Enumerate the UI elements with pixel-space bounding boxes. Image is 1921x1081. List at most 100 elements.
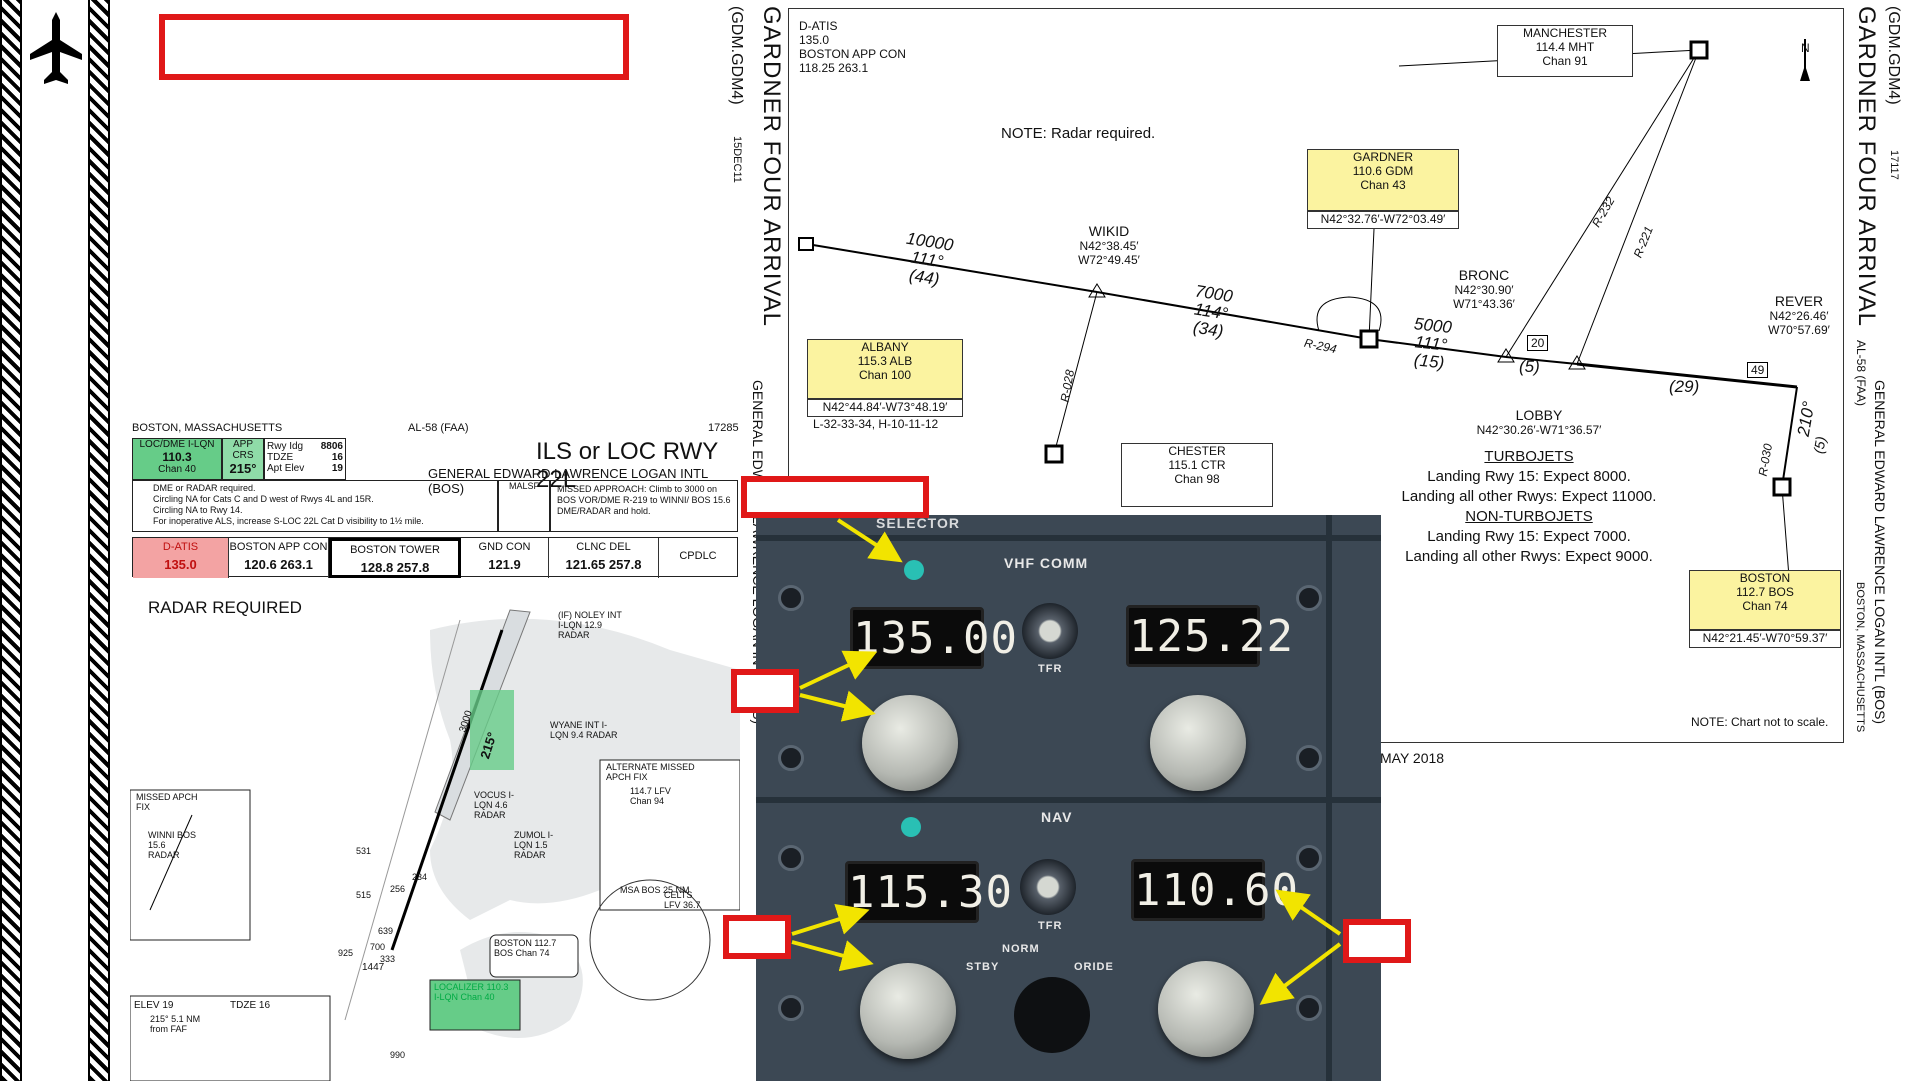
albany-freq: 115.3 ALB bbox=[857, 354, 913, 368]
oride-label: ORIDE bbox=[1074, 961, 1114, 973]
manchester-chan: Chan 91 bbox=[1542, 54, 1588, 68]
chester-chan: Chan 98 bbox=[1174, 472, 1220, 486]
chart-amdt: 17285 bbox=[708, 422, 739, 434]
comm-tuning-knob[interactable] bbox=[862, 695, 958, 791]
obstacle-234: 234 bbox=[412, 872, 428, 882]
rwy-ldg-value: 8806 bbox=[320, 441, 343, 452]
faf-note: 215° 5.1 NM from FAF bbox=[150, 1014, 201, 1034]
nav-selector-led[interactable] bbox=[901, 817, 921, 837]
panel-rack-top bbox=[756, 535, 1381, 541]
chester-navaid: CHESTER 115.1 CTR Chan 98 bbox=[1121, 443, 1273, 507]
nav-label: NAV bbox=[1041, 809, 1073, 825]
nav-tfr-label: TFR bbox=[1038, 920, 1063, 932]
boston-freq: 112.7 BOS bbox=[1736, 585, 1794, 599]
freq-tower: BOSTON TOWER 128.8 257.8 bbox=[329, 538, 461, 578]
wyane-label: WYANE INT I-LQN 9.4 RADAR bbox=[550, 720, 618, 740]
nav-standby-display: 110.60 bbox=[1131, 859, 1298, 921]
panel-screw bbox=[778, 845, 804, 871]
albany-navaid: ALBANY 115.3 ALB Chan 100 bbox=[807, 339, 963, 399]
wikid-coord1: N42°38.45′ bbox=[1079, 239, 1139, 253]
app-crs-box: APP CRS 215° bbox=[222, 438, 264, 480]
radar-required-label: RADAR REQUIRED bbox=[148, 598, 302, 617]
obstacle-531: 531 bbox=[356, 846, 372, 856]
elev-label: ELEV 19 bbox=[134, 1000, 174, 1011]
nonturbojets-line2: Landing all other Rwys: Expect 9000. bbox=[1405, 548, 1653, 565]
app-crs-value: 215° bbox=[229, 461, 257, 476]
comm-active-display: 135.00 bbox=[850, 607, 1017, 669]
manchester-freq: 114.4 MHT bbox=[1535, 40, 1595, 54]
vocus-label: VOCUS I-LQN 4.6 RADAR bbox=[474, 790, 515, 820]
localizer-label: LOCALIZER 110.3 I-LQN Chan 40 bbox=[434, 982, 509, 1002]
comm-standby-knob[interactable] bbox=[1150, 695, 1246, 791]
nav-tuning-knob[interactable] bbox=[860, 963, 956, 1059]
gardner-chan: Chan 43 bbox=[1360, 178, 1406, 192]
winni-label: WINNI BOS 15.6 RADAR bbox=[148, 830, 197, 860]
albany-coord: N42°44.84′-W73°48.19′ bbox=[807, 399, 963, 417]
mode-selector-knob[interactable] bbox=[1014, 977, 1090, 1053]
rever-coord2: W70°57.69′ bbox=[1768, 323, 1830, 337]
obstacle-639: 639 bbox=[378, 926, 394, 936]
albany-chan: Chan 100 bbox=[858, 368, 912, 382]
obstacle-256: 256 bbox=[390, 884, 406, 894]
seg5-dist: (29) bbox=[1669, 377, 1700, 396]
alt-missed-label: ALTERNATE MISSED APCH FIX bbox=[606, 762, 695, 782]
msa-label: MSA BOS 25 NM bbox=[620, 885, 690, 895]
malsf-label: MALSF bbox=[508, 481, 539, 491]
wikid-name: WIKID bbox=[1088, 223, 1130, 239]
note-3: Circling NA to Rwy 14. bbox=[153, 505, 243, 515]
comm-selector-led[interactable] bbox=[904, 560, 924, 580]
nav-active-display: 115.30 bbox=[845, 861, 1012, 923]
airplane-icon bbox=[30, 12, 82, 84]
stby-label: STBY bbox=[966, 961, 1000, 973]
not-to-scale-note: NOTE: Chart not to scale. bbox=[1691, 715, 1829, 729]
star-side-ref: AL-58 (FAA) bbox=[1854, 340, 1868, 407]
comm-freq-row: D-ATIS 135.0 BOSTON APP CON 120.6 263.1 BO… bbox=[132, 537, 738, 578]
runway-info-box: Rwy Idg 8806 TDZE 16 Apt Elev 19 bbox=[264, 438, 346, 480]
loc-freq: 110.3 bbox=[162, 450, 192, 464]
obstacle-515: 515 bbox=[356, 890, 372, 900]
gardner-name: GARDNER bbox=[1352, 150, 1413, 164]
star-side-city: BOSTON, MASSACHUSETTS bbox=[1854, 582, 1866, 733]
chester-freq: 115.1 CTR bbox=[1168, 458, 1226, 472]
star-date-bottom: MAY 2018 bbox=[1380, 750, 1445, 766]
nonturbojets-heading: NON-TURBOJETS bbox=[1465, 508, 1593, 525]
freq-datis: D-ATIS 135.0 bbox=[133, 538, 229, 578]
tdze2-label: TDZE 16 bbox=[230, 1000, 271, 1011]
panel-screw bbox=[1296, 745, 1322, 771]
hatched-border-left bbox=[0, 0, 22, 1081]
freq-gnd: GND CON 121.9 bbox=[461, 538, 549, 578]
star-date-right: 17117 bbox=[1888, 150, 1900, 180]
bronc-coord1: N42°30.90′ bbox=[1454, 283, 1514, 297]
nav-callout-box bbox=[723, 915, 791, 959]
nonturbojets-line1: Landing Rwy 15: Expect 7000. bbox=[1427, 528, 1631, 545]
notes-box: DME or RADAR required. Circling NA for C… bbox=[132, 480, 498, 532]
radio-panel-photo: SELECTOR VHF COMM NAV 135.00 125.22 TFR … bbox=[756, 515, 1381, 1081]
comm-tfr-label: TFR bbox=[1038, 663, 1063, 675]
note-2: Circling NA for Cats C and D west of Rwy… bbox=[153, 494, 374, 504]
nav-transfer-switch[interactable] bbox=[1020, 859, 1076, 915]
boston-navaid: BOSTON 112.7 BOS Chan 74 bbox=[1689, 570, 1841, 630]
boston-chan: Chan 74 bbox=[1742, 599, 1788, 613]
altitude-expect-notes: TURBOJETS Landing Rwy 15: Expect 8000. L… bbox=[1379, 447, 1679, 567]
rever-name: REVER bbox=[1774, 293, 1824, 309]
freq-cpdlc: CPDLC bbox=[679, 550, 717, 562]
turbojets-line1: Landing Rwy 15: Expect 8000. bbox=[1427, 468, 1631, 485]
panel-rack-mid bbox=[756, 797, 1381, 803]
left-sidebar bbox=[0, 0, 112, 1081]
bronc-coord2: W71°43.36′ bbox=[1453, 297, 1515, 311]
freq-app-con: BOSTON APP CON 120.6 263.1 bbox=[229, 538, 329, 578]
norm-label: NORM bbox=[1002, 943, 1040, 955]
north-arrow-label: N bbox=[1801, 41, 1810, 55]
turbojets-heading: TURBOJETS bbox=[1484, 448, 1574, 465]
chart-location: BOSTON, MASSACHUSETTS bbox=[132, 422, 283, 434]
nav-standby-knob[interactable] bbox=[1158, 961, 1254, 1057]
segment-3: 5000 111° (15) bbox=[1398, 314, 1463, 374]
hatched-border-right bbox=[88, 0, 110, 1081]
panel-screw bbox=[778, 585, 804, 611]
star-side-airport: GENERAL EDWARD LAWRENCE LOGAN INTL (BOS) bbox=[1872, 380, 1888, 725]
turbojets-line2: Landing all other Rwys: Expect 11000. bbox=[1401, 488, 1657, 505]
malsf-box: MALSF bbox=[498, 480, 550, 532]
bronc-name: BRONC bbox=[1458, 267, 1510, 283]
loc-chan: Chan 40 bbox=[158, 464, 196, 475]
comm-transfer-switch[interactable] bbox=[1022, 603, 1078, 659]
